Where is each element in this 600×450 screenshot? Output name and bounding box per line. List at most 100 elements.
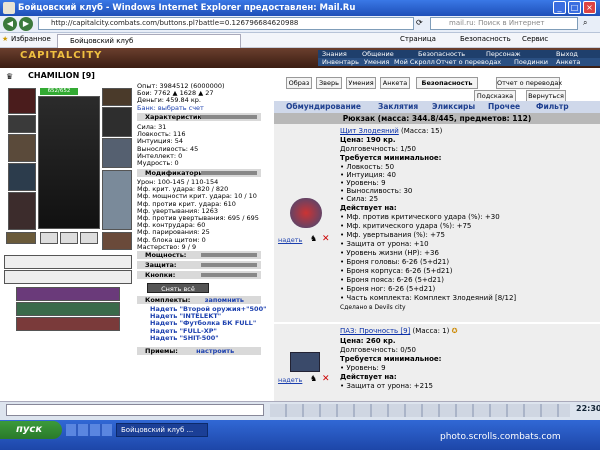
item2-title: ПАЗ: Прочность [9] (Масса: 1) ✪ <box>340 327 457 335</box>
rune-slots-row-1[interactable] <box>16 287 120 301</box>
star-icon[interactable]: ★ <box>2 35 8 43</box>
ring-slot-3[interactable] <box>60 232 78 244</box>
service-menu[interactable]: Сервис <box>522 35 548 43</box>
gloves-slot[interactable] <box>102 107 132 137</box>
tab-filter[interactable]: Фильтр <box>536 101 569 113</box>
item1-req: • Уровень: 9 <box>340 179 386 187</box>
delete-icon[interactable]: ✕ <box>322 374 330 384</box>
scroll-slots-row-2[interactable] <box>4 270 132 284</box>
security-menu[interactable]: Безопасность <box>460 35 511 43</box>
watermark: photo.scrolls.combats.com <box>440 432 561 442</box>
profile-button[interactable]: Анкета <box>380 77 410 89</box>
skills-button[interactable]: Умения <box>346 77 376 89</box>
nav-skills[interactable]: Умения <box>364 58 389 66</box>
characteristics-list: Сила: 31 Ловкость: 116 Интуиция: 54 Выно… <box>137 123 198 168</box>
characteristics-header[interactable]: Характеристики: <box>137 113 261 121</box>
rune-slots-row-2[interactable] <box>16 302 120 316</box>
ring-slot-2[interactable] <box>40 232 58 244</box>
characteristics-divider <box>201 115 257 119</box>
security-button[interactable]: Безопасность <box>416 77 478 89</box>
defense-divider <box>201 263 257 267</box>
tab-elixirs[interactable]: Эликсиры <box>432 101 475 113</box>
modifiers-divider <box>201 171 257 175</box>
search-input[interactable]: mail.ru: Поиск в Интернет <box>430 17 578 30</box>
remove-all-button[interactable]: Снять всё <box>147 283 209 293</box>
earring-slot[interactable] <box>102 88 132 106</box>
bank-link[interactable]: Банк: выбрать счет <box>137 104 225 112</box>
remember-set-link[interactable]: запомнить <box>205 296 244 304</box>
item1-effect: • Часть комплекта: Комплект Злодеяний [8… <box>340 294 517 302</box>
nav-exit[interactable]: Выход <box>556 50 578 58</box>
belt-slot[interactable] <box>8 192 36 230</box>
image-button[interactable]: Образ <box>286 77 312 89</box>
modifiers-header[interactable]: Модификаторы: <box>137 169 261 177</box>
forward-icon[interactable]: ▶ <box>19 17 33 31</box>
site-logo: CAPITALCITY <box>20 50 103 61</box>
maximize-button[interactable]: □ <box>568 1 581 14</box>
configure-tricks-link[interactable]: настроить <box>196 347 234 355</box>
nav-chat[interactable]: Общение <box>362 50 394 58</box>
weapon-slot[interactable] <box>8 134 36 162</box>
back-icon[interactable]: ◀ <box>3 17 17 31</box>
taskbar-item[interactable]: Бойцовский клуб ... <box>116 423 208 437</box>
boots-slot[interactable] <box>102 232 132 250</box>
nav-my-scroll[interactable]: Мой Скролл <box>394 58 435 66</box>
transfers-report-button[interactable]: Отчет о переводах <box>496 77 562 89</box>
pants-slot[interactable] <box>102 170 132 230</box>
item1-req: • Ловкость: 50 <box>340 163 395 171</box>
refresh-icon[interactable]: ⟳ <box>416 18 423 27</box>
rune-slots-row-3[interactable] <box>16 317 120 331</box>
owner-icon: ♞ <box>310 234 318 243</box>
power-header-label: Мощность: <box>145 251 187 259</box>
wear-button[interactable]: надеть <box>278 236 302 244</box>
wear-button[interactable]: надеть <box>278 376 302 384</box>
nav-knowledge[interactable]: Знания <box>322 50 347 58</box>
necklace-slot[interactable] <box>8 115 36 133</box>
favorites-button[interactable]: Избранное <box>11 35 51 43</box>
defense-header[interactable]: Защита: <box>137 261 261 269</box>
close-button[interactable]: × <box>583 1 596 14</box>
item1-effect: • Броня ног: 6-26 (5+d21) <box>340 285 436 293</box>
item2-name[interactable]: ПАЗ: Прочность [9] <box>340 327 410 335</box>
quick-launch-icons[interactable] <box>66 424 112 436</box>
ring-slot-1[interactable] <box>6 232 36 244</box>
delete-icon[interactable]: ✕ <box>322 234 330 244</box>
minimize-button[interactable]: _ <box>553 1 566 14</box>
tab-equipment[interactable]: Обмундирование <box>286 101 361 113</box>
url-field[interactable]: http://capitalcity.combats.com/buttons.p… <box>38 17 414 30</box>
start-button[interactable]: пуск <box>0 421 62 439</box>
item2-mass: (Масса: 1) <box>412 327 450 335</box>
page-menu[interactable]: Страница <box>400 35 436 43</box>
nav-battles[interactable]: Поединки <box>514 58 548 66</box>
nav-character[interactable]: Персонаж <box>486 50 521 58</box>
power-header[interactable]: Мощность: <box>137 251 261 259</box>
armor-slot[interactable] <box>8 163 36 191</box>
nav-security[interactable]: Безопасность <box>418 50 465 58</box>
scroll-slots-row-1[interactable] <box>4 255 132 269</box>
pet-button[interactable]: Зверь <box>316 77 342 89</box>
tab-spells[interactable]: Заклятия <box>378 101 418 113</box>
nav-inventory[interactable]: Инвентарь <box>322 58 359 66</box>
stat-wisdom: Мудрость: 0 <box>137 159 179 168</box>
chat-input[interactable] <box>6 404 264 416</box>
tab-other[interactable]: Прочее <box>488 101 520 113</box>
rune-badge-icon: ✪ <box>451 327 458 335</box>
nav-transfers[interactable]: Отчет о переводах <box>436 58 501 66</box>
search-icon[interactable]: ⌕ <box>583 18 587 28</box>
tricks-header[interactable]: Приемы: настроить <box>137 347 261 355</box>
chat-toolbar-icons[interactable] <box>270 404 570 417</box>
browser-tab[interactable]: Бойцовский клуб <box>57 34 241 48</box>
mod-mastery: Мастерство: 9 / 9 <box>137 242 197 251</box>
helmet-slot[interactable] <box>8 88 36 114</box>
buttons-header[interactable]: Кнопки: <box>137 271 261 279</box>
nav-profile[interactable]: Анкета <box>556 58 580 66</box>
set-item[interactable]: Надеть "SHIT-500" <box>150 334 266 342</box>
character-name[interactable]: CHAMILION [9] <box>28 71 95 80</box>
rune-item-icon <box>290 352 320 372</box>
sets-header[interactable]: Комплекты: запомнить <box>137 296 261 304</box>
item1-req: • Интуиция: 40 <box>340 171 396 179</box>
shield-slot[interactable] <box>102 138 132 168</box>
buttons-divider <box>201 273 257 277</box>
item1-name[interactable]: Щит Злодеяний <box>340 127 399 135</box>
ring-slot-4[interactable] <box>80 232 98 244</box>
